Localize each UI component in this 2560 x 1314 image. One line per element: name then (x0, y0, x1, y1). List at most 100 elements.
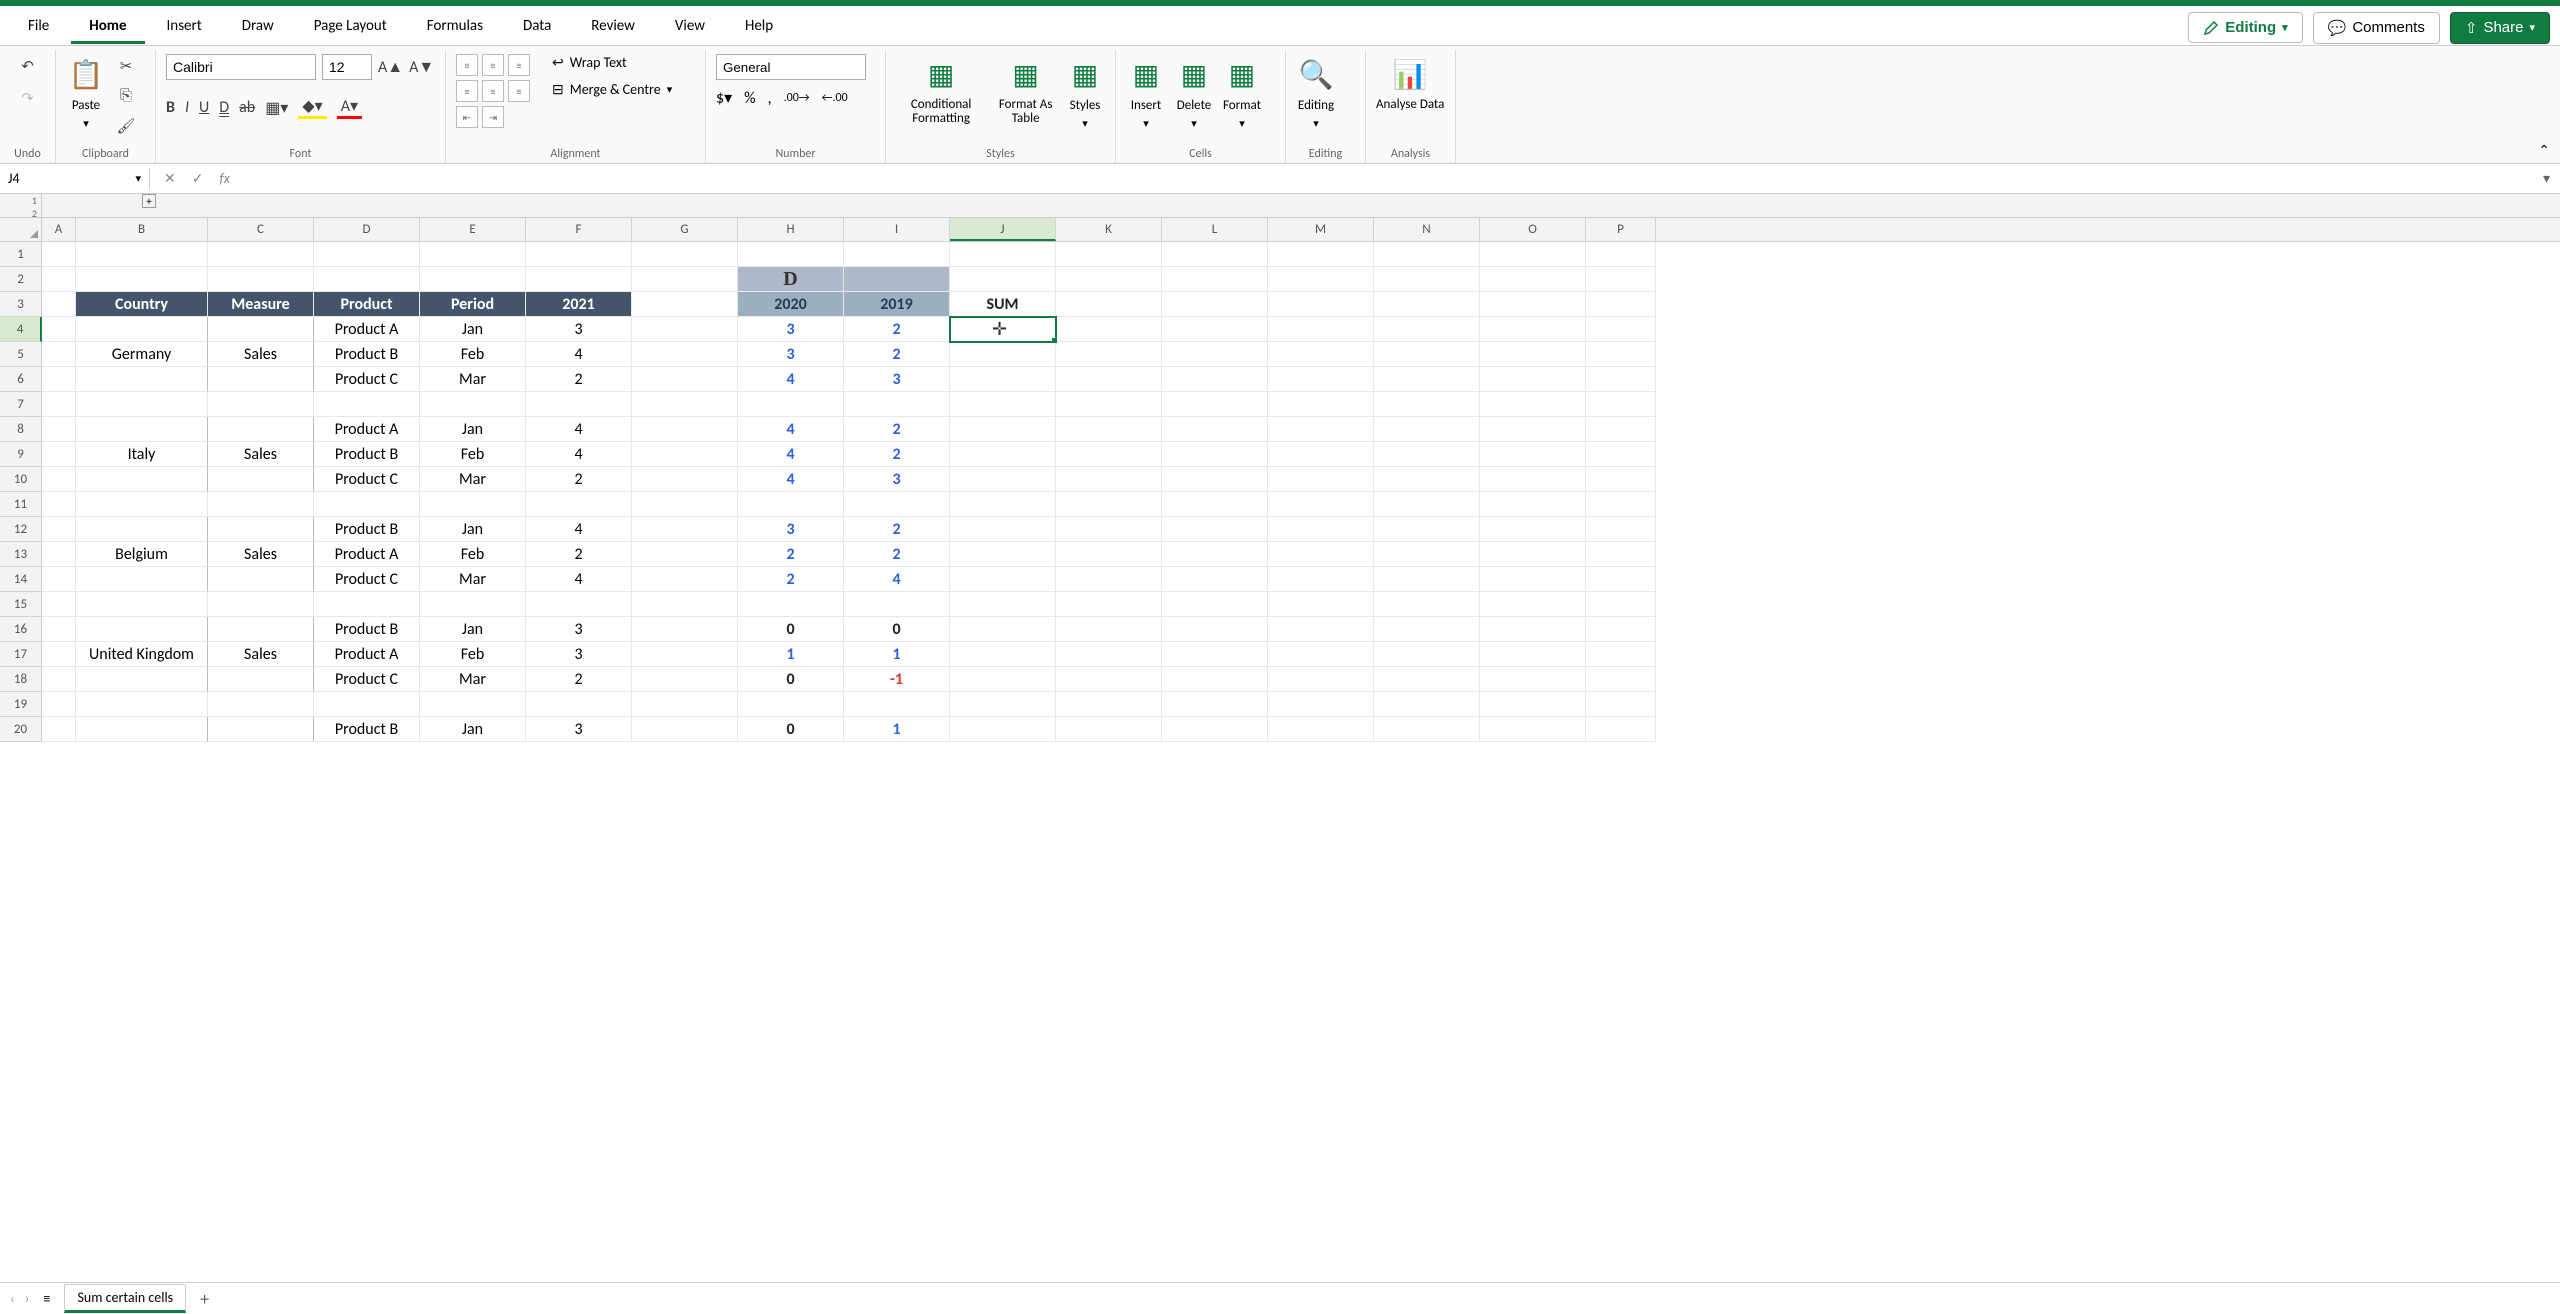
cell-O18[interactable] (1480, 667, 1586, 692)
cell-K17[interactable] (1056, 642, 1162, 667)
col-header-A[interactable]: A (42, 218, 76, 241)
cell-A12[interactable] (42, 517, 76, 542)
font-color-button[interactable]: A▾ (337, 96, 362, 119)
cell-H6[interactable]: 4 (738, 367, 844, 392)
cell-N19[interactable] (1374, 692, 1480, 717)
cell-L11[interactable] (1162, 492, 1268, 517)
cell-B19[interactable] (76, 692, 208, 717)
cell-M8[interactable] (1268, 417, 1374, 442)
cell-K5[interactable] (1056, 342, 1162, 367)
cell-I2[interactable] (844, 267, 950, 292)
cell-C14[interactable] (208, 567, 314, 592)
cell-H17[interactable]: 1 (738, 642, 844, 667)
cell-A20[interactable] (42, 717, 76, 742)
cell-M17[interactable] (1268, 642, 1374, 667)
cell-A11[interactable] (42, 492, 76, 517)
bold-button[interactable]: B (166, 98, 175, 117)
fill-color-button[interactable]: ◆▾ (298, 96, 326, 119)
cell-F16[interactable]: 3 (526, 617, 632, 642)
cell-K4[interactable] (1056, 317, 1162, 342)
cell-O10[interactable] (1480, 467, 1586, 492)
cell-O19[interactable] (1480, 692, 1586, 717)
row-header-7[interactable]: 7 (0, 392, 42, 417)
cell-B20[interactable] (76, 717, 208, 742)
cell-C9[interactable]: Sales (208, 442, 314, 467)
cell-P19[interactable] (1586, 692, 1656, 717)
cell-C19[interactable] (208, 692, 314, 717)
row-header-19[interactable]: 19 (0, 692, 42, 717)
cell-B1[interactable] (76, 242, 208, 267)
cell-D20[interactable]: Product B (314, 717, 420, 742)
name-box[interactable]: J4 ▾ (0, 168, 150, 189)
cell-M19[interactable] (1268, 692, 1374, 717)
cell-A6[interactable] (42, 367, 76, 392)
cell-M12[interactable] (1268, 517, 1374, 542)
cell-A10[interactable] (42, 467, 76, 492)
cell-N5[interactable] (1374, 342, 1480, 367)
increase-decimal-button[interactable]: .00→ (784, 91, 810, 105)
cell-F14[interactable]: 4 (526, 567, 632, 592)
cell-F10[interactable]: 2 (526, 467, 632, 492)
cell-O5[interactable] (1480, 342, 1586, 367)
cell-P3[interactable] (1586, 292, 1656, 317)
cell-E12[interactable]: Jan (420, 517, 526, 542)
cell-M15[interactable] (1268, 592, 1374, 617)
align-mid-left[interactable]: ≡ (456, 80, 478, 102)
cell-L4[interactable] (1162, 317, 1268, 342)
col-header-K[interactable]: K (1056, 218, 1162, 241)
underline-button[interactable]: U (199, 98, 209, 117)
cell-J11[interactable] (950, 492, 1056, 517)
cell-B5[interactable]: Germany (76, 342, 208, 367)
cell-N13[interactable] (1374, 542, 1480, 567)
percent-button[interactable]: % (744, 89, 755, 108)
row-header-20[interactable]: 20 (0, 717, 42, 742)
cancel-formula-button[interactable]: ✕ (164, 170, 176, 187)
cell-K6[interactable] (1056, 367, 1162, 392)
cell-L5[interactable] (1162, 342, 1268, 367)
col-header-O[interactable]: O (1480, 218, 1586, 241)
row-header-8[interactable]: 8 (0, 417, 42, 442)
cell-D19[interactable] (314, 692, 420, 717)
cell-H16[interactable]: 0 (738, 617, 844, 642)
col-header-G[interactable]: G (632, 218, 738, 241)
cell-C15[interactable] (208, 592, 314, 617)
cell-F17[interactable]: 3 (526, 642, 632, 667)
cell-H14[interactable]: 2 (738, 567, 844, 592)
cell-C6[interactable] (208, 367, 314, 392)
cell-K14[interactable] (1056, 567, 1162, 592)
cell-H11[interactable] (738, 492, 844, 517)
cell-E3[interactable]: Period (420, 292, 526, 317)
cell-G18[interactable] (632, 667, 738, 692)
cell-P20[interactable] (1586, 717, 1656, 742)
row-header-1[interactable]: 1 (0, 242, 42, 267)
cell-K13[interactable] (1056, 542, 1162, 567)
row-header-13[interactable]: 13 (0, 542, 42, 567)
cell-L13[interactable] (1162, 542, 1268, 567)
cell-I17[interactable]: 1 (844, 642, 950, 667)
cell-E20[interactable]: Jan (420, 717, 526, 742)
copy-button[interactable]: ⎘ (114, 84, 138, 108)
cell-N3[interactable] (1374, 292, 1480, 317)
cell-J16[interactable] (950, 617, 1056, 642)
cell-O20[interactable] (1480, 717, 1586, 742)
cell-D8[interactable]: Product A (314, 417, 420, 442)
cell-B16[interactable] (76, 617, 208, 642)
cell-A15[interactable] (42, 592, 76, 617)
cell-G11[interactable] (632, 492, 738, 517)
cell-J6[interactable] (950, 367, 1056, 392)
cell-N9[interactable] (1374, 442, 1480, 467)
cell-P7[interactable] (1586, 392, 1656, 417)
cell-G9[interactable] (632, 442, 738, 467)
cell-D5[interactable]: Product B (314, 342, 420, 367)
cell-E15[interactable] (420, 592, 526, 617)
row-header-9[interactable]: 9 (0, 442, 42, 467)
cell-C17[interactable]: Sales (208, 642, 314, 667)
italic-button[interactable]: I (185, 98, 189, 117)
cell-F20[interactable]: 3 (526, 717, 632, 742)
cell-O8[interactable] (1480, 417, 1586, 442)
cell-C20[interactable] (208, 717, 314, 742)
cell-B9[interactable]: Italy (76, 442, 208, 467)
cell-A2[interactable] (42, 267, 76, 292)
cell-K19[interactable] (1056, 692, 1162, 717)
cell-A8[interactable] (42, 417, 76, 442)
